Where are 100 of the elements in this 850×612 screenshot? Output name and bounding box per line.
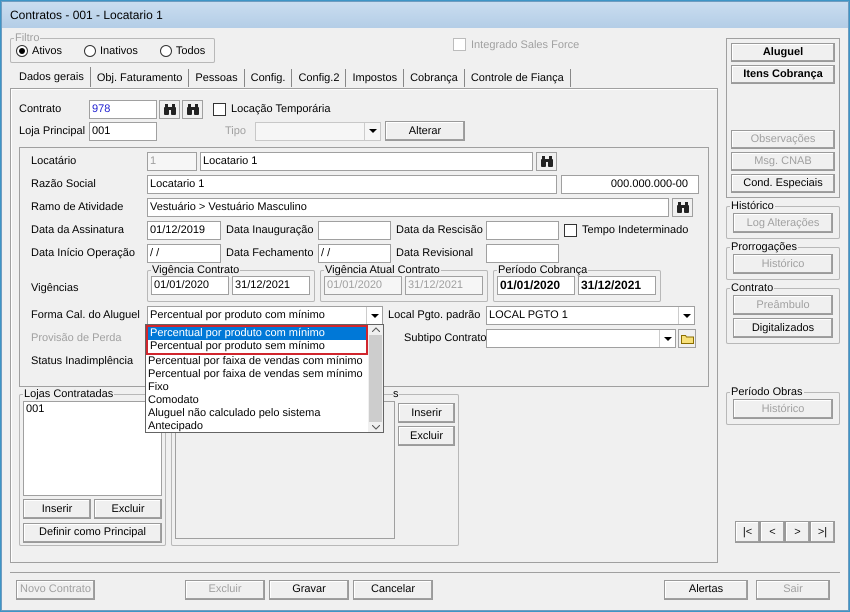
field-label: Status Inadimplência <box>31 354 134 369</box>
field-label: Contrato <box>19 102 62 117</box>
side-button[interactable]: Aluguel <box>731 43 835 62</box>
input-field[interactable]: Locatario 1 <box>147 175 557 194</box>
list-button[interactable]: Excluir <box>398 426 455 446</box>
binoculars-button[interactable] <box>182 100 203 118</box>
field-label: Vigências <box>31 280 80 296</box>
tab[interactable]: Obj. Faturamento <box>90 69 190 87</box>
dropdown-option[interactable]: Comodato <box>146 394 368 407</box>
group-title: Contrato <box>730 282 774 295</box>
list-button[interactable]: Inserir <box>398 403 455 423</box>
field-label: Razão Social <box>31 177 97 192</box>
radio-label: Ativos <box>32 44 62 59</box>
side-button[interactable]: Digitalizados <box>733 318 833 338</box>
input-field[interactable]: / / <box>318 244 391 263</box>
checkbox-label: Locação Temporária <box>231 102 330 117</box>
input-field[interactable] <box>486 221 559 240</box>
dropdown[interactable]: LOCAL PGTO 1 <box>486 306 695 325</box>
radio-label: Todos <box>176 44 206 59</box>
radio-label: Inativos <box>100 44 138 59</box>
input-field[interactable]: 000.000.000-00 <box>561 175 699 194</box>
binoculars-icon <box>540 156 554 167</box>
nav-button[interactable]: >| <box>810 521 835 543</box>
side-button[interactable]: Itens Cobrança <box>731 64 835 84</box>
cancel-button[interactable]: Cancelar <box>353 580 433 600</box>
folder-icon <box>680 334 694 344</box>
field-label: Provisão de Perda <box>31 331 122 346</box>
dropdown-option[interactable]: Aluguel não calculado pelo sistema <box>146 407 368 420</box>
checkbox-label: Integrado Sales Force <box>471 38 580 52</box>
group-title: Histórico <box>730 200 775 213</box>
input-field[interactable]: 01/12/2019 <box>147 221 221 240</box>
field-label: Data Fechamento <box>226 246 314 262</box>
folder-button[interactable] <box>678 329 696 348</box>
tab[interactable]: Pessoas <box>189 69 245 87</box>
field-label: Local Pgto. padrão <box>388 308 482 324</box>
group-title: Período Cobrança <box>497 264 588 277</box>
input-field[interactable]: / / <box>147 244 221 263</box>
input-field[interactable]: 01/01/2020 <box>151 276 229 295</box>
input-field[interactable] <box>318 221 391 240</box>
checkbox-label: Tempo Indeterminado <box>582 223 688 238</box>
binoculars-icon <box>186 104 200 114</box>
scrollbar[interactable] <box>368 325 383 432</box>
set-principal-button[interactable]: Definir como Principal <box>23 522 162 542</box>
alterar-button[interactable]: Alterar <box>385 121 465 141</box>
nav-button[interactable]: > <box>785 521 810 543</box>
dropdown[interactable]: Percentual por produto com mínimo <box>147 306 383 325</box>
input-field[interactable]: Locatario 1 <box>200 152 533 171</box>
group-title: Período Obras <box>730 386 804 399</box>
field-label: Loja Principal <box>19 124 86 139</box>
checkbox[interactable] <box>213 102 226 116</box>
dropdown-option[interactable]: Percentual por produto com mínimo <box>148 327 366 340</box>
field-label: Data da Rescisão <box>396 223 484 238</box>
dropdown-arrow[interactable] <box>678 307 694 324</box>
tab[interactable]: Cobrança <box>404 69 465 87</box>
nav-button[interactable]: |< <box>735 521 760 543</box>
dropdown-arrow[interactable] <box>659 330 675 347</box>
field-label: Forma Cal. do Aluguel <box>31 308 141 324</box>
input-field[interactable]: 01/01/2020 <box>497 276 575 295</box>
group-title: s <box>393 388 398 401</box>
dropdown-value: Percentual por produto com mínimo <box>150 308 325 324</box>
tab[interactable]: Impostos <box>346 69 404 87</box>
input-field[interactable]: 31/12/2021 <box>232 276 310 295</box>
field-label: Ramo de Atividade <box>31 200 124 216</box>
tab[interactable]: Config.2 <box>292 69 346 87</box>
nav-button[interactable]: < <box>760 521 785 543</box>
dropdown-option[interactable]: Percentual por faixa de vendas com mínimo <box>146 355 368 368</box>
scroll-down-icon <box>372 425 380 430</box>
input-field[interactable] <box>486 244 559 263</box>
group-title: Filtro <box>14 32 40 45</box>
dropdown-option[interactable]: Antecipado <box>146 420 368 433</box>
field-label: Subtipo Contrato <box>404 331 486 346</box>
radio-button[interactable] <box>84 45 96 57</box>
caret-icon <box>368 129 376 133</box>
caret-icon <box>664 336 672 340</box>
binoculars-button[interactable] <box>536 152 557 171</box>
dropdown-option[interactable]: Percentual por faixa de vendas sem mínimo <box>146 368 368 381</box>
input-field[interactable]: 31/12/2021 <box>578 276 656 295</box>
dropdown-arrow[interactable] <box>364 122 380 140</box>
side-button[interactable]: Cond. Especiais <box>731 174 835 194</box>
field-label: Data da Assinatura <box>31 223 125 238</box>
dropdown-option[interactable]: Fixo <box>146 381 368 394</box>
alerts-button[interactable]: Alertas <box>664 580 748 600</box>
radio-button[interactable] <box>160 45 172 57</box>
field-label: Data Revisional <box>396 246 474 262</box>
binoculars-icon <box>162 104 176 114</box>
input-field[interactable]: Vestuário > Vestuário Masculino <box>147 198 669 217</box>
save-button[interactable]: Gravar <box>269 580 349 600</box>
checkbox[interactable] <box>564 224 577 237</box>
input-field[interactable]: 001 <box>89 122 157 140</box>
field-label: Data Inauguração <box>226 223 314 238</box>
binoculars-button[interactable] <box>672 198 693 217</box>
list-button[interactable]: Inserir <box>23 499 91 519</box>
tab[interactable]: Controle de Fiança <box>464 69 571 87</box>
list-button[interactable]: Excluir <box>94 499 162 519</box>
dropdown-option[interactable]: Percentual por produto sem mínimo <box>148 340 366 353</box>
tab[interactable]: Config. <box>244 69 292 87</box>
radio-button[interactable] <box>16 45 28 57</box>
group-title: Vigência Atual Contrato <box>324 264 441 277</box>
binoculars-button[interactable] <box>159 100 180 118</box>
input-field[interactable]: 978 <box>89 100 157 118</box>
